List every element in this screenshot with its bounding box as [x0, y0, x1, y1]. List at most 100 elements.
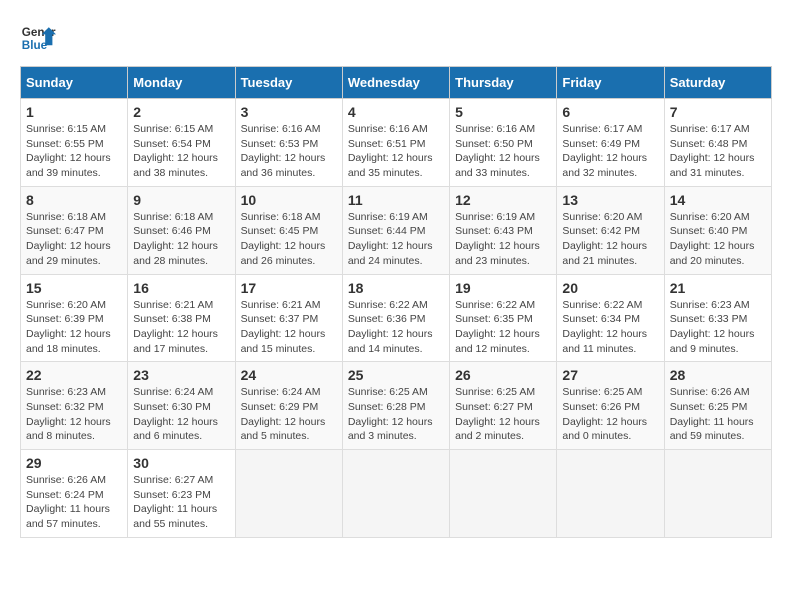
- cell-info: Sunrise: 6:18 AM Sunset: 6:47 PM Dayligh…: [26, 210, 122, 269]
- logo: General Blue: [20, 20, 56, 56]
- cell-info: Sunrise: 6:20 AM Sunset: 6:40 PM Dayligh…: [670, 210, 766, 269]
- cell-info: Sunrise: 6:20 AM Sunset: 6:42 PM Dayligh…: [562, 210, 658, 269]
- calendar-cell: 11 Sunrise: 6:19 AM Sunset: 6:44 PM Dayli…: [342, 186, 449, 274]
- cell-info: Sunrise: 6:25 AM Sunset: 6:28 PM Dayligh…: [348, 385, 444, 444]
- cell-info: Sunrise: 6:18 AM Sunset: 6:45 PM Dayligh…: [241, 210, 337, 269]
- cell-day-number: 30: [133, 455, 229, 471]
- calendar-week-2: 8 Sunrise: 6:18 AM Sunset: 6:47 PM Daylig…: [21, 186, 772, 274]
- cell-info: Sunrise: 6:23 AM Sunset: 6:33 PM Dayligh…: [670, 298, 766, 357]
- cell-info: Sunrise: 6:24 AM Sunset: 6:29 PM Dayligh…: [241, 385, 337, 444]
- calendar-cell: 21 Sunrise: 6:23 AM Sunset: 6:33 PM Dayli…: [664, 274, 771, 362]
- cell-day-number: 3: [241, 104, 337, 120]
- day-header-wednesday: Wednesday: [342, 67, 449, 99]
- cell-day-number: 12: [455, 192, 551, 208]
- calendar-cell: 23 Sunrise: 6:24 AM Sunset: 6:30 PM Dayli…: [128, 362, 235, 450]
- calendar-cell: 24 Sunrise: 6:24 AM Sunset: 6:29 PM Dayli…: [235, 362, 342, 450]
- cell-info: Sunrise: 6:24 AM Sunset: 6:30 PM Dayligh…: [133, 385, 229, 444]
- cell-day-number: 2: [133, 104, 229, 120]
- cell-info: Sunrise: 6:19 AM Sunset: 6:43 PM Dayligh…: [455, 210, 551, 269]
- calendar-cell: 18 Sunrise: 6:22 AM Sunset: 6:36 PM Dayli…: [342, 274, 449, 362]
- cell-info: Sunrise: 6:15 AM Sunset: 6:55 PM Dayligh…: [26, 122, 122, 181]
- calendar-cell: 9 Sunrise: 6:18 AM Sunset: 6:46 PM Daylig…: [128, 186, 235, 274]
- day-header-sunday: Sunday: [21, 67, 128, 99]
- day-header-thursday: Thursday: [450, 67, 557, 99]
- cell-day-number: 13: [562, 192, 658, 208]
- cell-day-number: 8: [26, 192, 122, 208]
- cell-day-number: 14: [670, 192, 766, 208]
- cell-day-number: 23: [133, 367, 229, 383]
- calendar-cell: 12 Sunrise: 6:19 AM Sunset: 6:43 PM Dayli…: [450, 186, 557, 274]
- cell-day-number: 26: [455, 367, 551, 383]
- calendar-cell: [664, 450, 771, 538]
- cell-day-number: 17: [241, 280, 337, 296]
- cell-day-number: 18: [348, 280, 444, 296]
- cell-day-number: 21: [670, 280, 766, 296]
- cell-info: Sunrise: 6:21 AM Sunset: 6:38 PM Dayligh…: [133, 298, 229, 357]
- calendar-cell: 1Sunrise: 6:15 AM Sunset: 6:55 PM Daylig…: [21, 99, 128, 187]
- cell-info: Sunrise: 6:16 AM Sunset: 6:51 PM Dayligh…: [348, 122, 444, 181]
- cell-info: Sunrise: 6:19 AM Sunset: 6:44 PM Dayligh…: [348, 210, 444, 269]
- cell-day-number: 5: [455, 104, 551, 120]
- calendar-table: SundayMondayTuesdayWednesdayThursdayFrid…: [20, 66, 772, 538]
- cell-info: Sunrise: 6:26 AM Sunset: 6:24 PM Dayligh…: [26, 473, 122, 532]
- cell-info: Sunrise: 6:25 AM Sunset: 6:26 PM Dayligh…: [562, 385, 658, 444]
- calendar-cell: 16 Sunrise: 6:21 AM Sunset: 6:38 PM Dayli…: [128, 274, 235, 362]
- cell-day-number: 16: [133, 280, 229, 296]
- calendar-cell: 3 Sunrise: 6:16 AM Sunset: 6:53 PM Daylig…: [235, 99, 342, 187]
- calendar-cell: 10 Sunrise: 6:18 AM Sunset: 6:45 PM Dayli…: [235, 186, 342, 274]
- calendar-cell: 26 Sunrise: 6:25 AM Sunset: 6:27 PM Dayli…: [450, 362, 557, 450]
- calendar-cell: 27Sunrise: 6:25 AM Sunset: 6:26 PM Dayli…: [557, 362, 664, 450]
- calendar-cell: 2 Sunrise: 6:15 AM Sunset: 6:54 PM Daylig…: [128, 99, 235, 187]
- calendar-cell: 4 Sunrise: 6:16 AM Sunset: 6:51 PM Daylig…: [342, 99, 449, 187]
- cell-info: Sunrise: 6:22 AM Sunset: 6:36 PM Dayligh…: [348, 298, 444, 357]
- cell-info: Sunrise: 6:17 AM Sunset: 6:49 PM Dayligh…: [562, 122, 658, 181]
- calendar-cell: 19Sunrise: 6:22 AM Sunset: 6:35 PM Dayli…: [450, 274, 557, 362]
- calendar-cell: 8 Sunrise: 6:18 AM Sunset: 6:47 PM Daylig…: [21, 186, 128, 274]
- cell-info: Sunrise: 6:23 AM Sunset: 6:32 PM Dayligh…: [26, 385, 122, 444]
- cell-day-number: 7: [670, 104, 766, 120]
- page-header: General Blue: [20, 20, 772, 56]
- calendar-cell: 25 Sunrise: 6:25 AM Sunset: 6:28 PM Dayli…: [342, 362, 449, 450]
- calendar-week-4: 22 Sunrise: 6:23 AM Sunset: 6:32 PM Dayli…: [21, 362, 772, 450]
- calendar-cell: [450, 450, 557, 538]
- cell-info: Sunrise: 6:18 AM Sunset: 6:46 PM Dayligh…: [133, 210, 229, 269]
- cell-day-number: 9: [133, 192, 229, 208]
- cell-day-number: 11: [348, 192, 444, 208]
- logo-icon: General Blue: [20, 20, 56, 56]
- cell-info: Sunrise: 6:15 AM Sunset: 6:54 PM Dayligh…: [133, 122, 229, 181]
- cell-info: Sunrise: 6:22 AM Sunset: 6:35 PM Dayligh…: [455, 298, 551, 357]
- cell-day-number: 15: [26, 280, 122, 296]
- day-header-friday: Friday: [557, 67, 664, 99]
- calendar-cell: 28Sunrise: 6:26 AM Sunset: 6:25 PM Dayli…: [664, 362, 771, 450]
- cell-day-number: 20: [562, 280, 658, 296]
- cell-info: Sunrise: 6:16 AM Sunset: 6:50 PM Dayligh…: [455, 122, 551, 181]
- day-header-saturday: Saturday: [664, 67, 771, 99]
- calendar-cell: [342, 450, 449, 538]
- calendar-cell: 29Sunrise: 6:26 AM Sunset: 6:24 PM Dayli…: [21, 450, 128, 538]
- svg-text:Blue: Blue: [22, 39, 48, 52]
- cell-info: Sunrise: 6:26 AM Sunset: 6:25 PM Dayligh…: [670, 385, 766, 444]
- day-header-monday: Monday: [128, 67, 235, 99]
- cell-day-number: 6: [562, 104, 658, 120]
- day-header-tuesday: Tuesday: [235, 67, 342, 99]
- calendar-cell: 22 Sunrise: 6:23 AM Sunset: 6:32 PM Dayli…: [21, 362, 128, 450]
- calendar-cell: 20 Sunrise: 6:22 AM Sunset: 6:34 PM Dayli…: [557, 274, 664, 362]
- cell-info: Sunrise: 6:16 AM Sunset: 6:53 PM Dayligh…: [241, 122, 337, 181]
- cell-info: Sunrise: 6:20 AM Sunset: 6:39 PM Dayligh…: [26, 298, 122, 357]
- cell-day-number: 4: [348, 104, 444, 120]
- cell-info: Sunrise: 6:25 AM Sunset: 6:27 PM Dayligh…: [455, 385, 551, 444]
- cell-info: Sunrise: 6:17 AM Sunset: 6:48 PM Dayligh…: [670, 122, 766, 181]
- calendar-cell: 6 Sunrise: 6:17 AM Sunset: 6:49 PM Daylig…: [557, 99, 664, 187]
- calendar-cell: 5 Sunrise: 6:16 AM Sunset: 6:50 PM Daylig…: [450, 99, 557, 187]
- cell-day-number: 24: [241, 367, 337, 383]
- cell-day-number: 10: [241, 192, 337, 208]
- cell-day-number: 25: [348, 367, 444, 383]
- calendar-cell: 30 Sunrise: 6:27 AM Sunset: 6:23 PM Dayli…: [128, 450, 235, 538]
- calendar-cell: 15 Sunrise: 6:20 AM Sunset: 6:39 PM Dayli…: [21, 274, 128, 362]
- cell-day-number: 22: [26, 367, 122, 383]
- calendar-cell: 7 Sunrise: 6:17 AM Sunset: 6:48 PM Daylig…: [664, 99, 771, 187]
- cell-info: Sunrise: 6:22 AM Sunset: 6:34 PM Dayligh…: [562, 298, 658, 357]
- calendar-cell: 14 Sunrise: 6:20 AM Sunset: 6:40 PM Dayli…: [664, 186, 771, 274]
- cell-info: Sunrise: 6:21 AM Sunset: 6:37 PM Dayligh…: [241, 298, 337, 357]
- cell-info: Sunrise: 6:27 AM Sunset: 6:23 PM Dayligh…: [133, 473, 229, 532]
